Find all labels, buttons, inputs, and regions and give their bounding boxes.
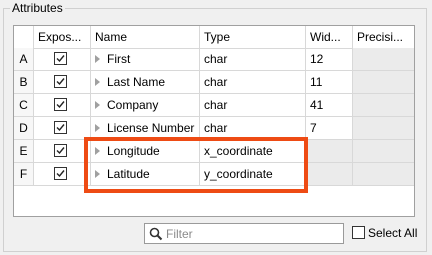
row-header[interactable]: C	[14, 94, 34, 117]
type-cell[interactable]: char	[200, 71, 306, 94]
name-cell[interactable]: License Number	[91, 117, 200, 140]
precision-cell	[353, 163, 414, 186]
precision-cell	[353, 71, 414, 94]
table-row[interactable]: C Company char 41	[14, 94, 414, 117]
exposed-cell[interactable]	[34, 48, 91, 71]
filter-input-box[interactable]	[144, 223, 344, 244]
checkmark-icon	[56, 55, 65, 63]
exposed-checkbox[interactable]	[54, 52, 67, 65]
exposed-cell[interactable]	[34, 163, 91, 186]
name-label: Longitude	[107, 144, 160, 158]
checkmark-icon	[56, 101, 65, 109]
row-header[interactable]: D	[14, 117, 34, 140]
checkmark-icon	[56, 147, 65, 155]
triangle-right-icon[interactable]	[95, 146, 100, 155]
exposed-checkbox[interactable]	[54, 75, 67, 88]
column-header-precision[interactable]: Precisi...	[353, 26, 414, 48]
width-cell[interactable]: 11	[306, 71, 353, 94]
name-cell[interactable]: Longitude	[91, 140, 200, 163]
row-header[interactable]: E	[14, 140, 34, 163]
column-header-type[interactable]: Type	[200, 26, 306, 48]
exposed-checkbox[interactable]	[54, 144, 67, 157]
name-label: Latitude	[107, 167, 150, 181]
table-row[interactable]: E Longitude x_coordinate	[14, 140, 414, 163]
table-row[interactable]: F Latitude y_coordinate	[14, 163, 414, 186]
triangle-right-icon[interactable]	[95, 54, 100, 63]
type-cell[interactable]: char	[200, 117, 306, 140]
filter-input[interactable]	[166, 225, 336, 242]
triangle-right-icon[interactable]	[95, 77, 100, 86]
select-all-checkbox[interactable]	[352, 226, 365, 239]
row-header[interactable]: A	[14, 48, 34, 71]
exposed-checkbox[interactable]	[54, 121, 67, 134]
name-cell[interactable]: First	[91, 48, 200, 71]
checkmark-icon	[56, 124, 65, 132]
type-cell[interactable]: char	[200, 48, 306, 71]
attributes-title: Attributes	[10, 0, 65, 16]
type-cell[interactable]: y_coordinate	[200, 163, 306, 186]
checkmark-icon	[56, 170, 65, 178]
exposed-cell[interactable]	[34, 94, 91, 117]
row-header[interactable]: F	[14, 163, 34, 186]
row-header[interactable]: B	[14, 71, 34, 94]
name-label: First	[107, 52, 131, 66]
exposed-cell[interactable]	[34, 140, 91, 163]
triangle-right-icon[interactable]	[95, 100, 100, 109]
name-cell[interactable]: Company	[91, 94, 200, 117]
width-cell[interactable]: 7	[306, 117, 353, 140]
name-label: Last Name	[107, 75, 166, 89]
corner-header	[14, 26, 34, 48]
width-cell	[306, 140, 353, 163]
exposed-checkbox[interactable]	[54, 98, 67, 111]
triangle-right-icon[interactable]	[95, 169, 100, 178]
name-cell[interactable]: Latitude	[91, 163, 200, 186]
column-header-name[interactable]: Name	[91, 26, 200, 48]
exposed-cell[interactable]	[34, 117, 91, 140]
table-empty-area	[14, 186, 414, 216]
precision-cell	[353, 117, 414, 140]
precision-cell	[353, 48, 414, 71]
table-row[interactable]: A First char 12	[14, 48, 414, 71]
precision-cell	[353, 140, 414, 163]
type-cell[interactable]: x_coordinate	[200, 140, 306, 163]
column-header-width[interactable]: Wid...	[306, 26, 353, 48]
exposed-checkbox[interactable]	[54, 167, 67, 180]
width-cell[interactable]: 41	[306, 94, 353, 117]
name-label: Company	[107, 98, 159, 112]
table-row[interactable]: B Last Name char 11	[14, 71, 414, 94]
select-all-label[interactable]: Select All	[368, 225, 417, 241]
table-header: Expos... Name Type Wid... Precisi...	[14, 26, 414, 49]
name-cell[interactable]: Last Name	[91, 71, 200, 94]
width-cell[interactable]: 12	[306, 48, 353, 71]
checkmark-icon	[56, 78, 65, 86]
attributes-table: Expos... Name Type Wid... Precisi... A F…	[13, 25, 415, 217]
triangle-right-icon[interactable]	[95, 123, 100, 132]
search-icon	[149, 227, 163, 241]
name-label: License Number	[107, 121, 195, 135]
width-cell	[306, 163, 353, 186]
exposed-cell[interactable]	[34, 71, 91, 94]
type-cell[interactable]: char	[200, 94, 306, 117]
column-header-exposed[interactable]: Expos...	[34, 26, 91, 48]
precision-cell	[353, 94, 414, 117]
table-row[interactable]: D License Number char 7	[14, 117, 414, 140]
